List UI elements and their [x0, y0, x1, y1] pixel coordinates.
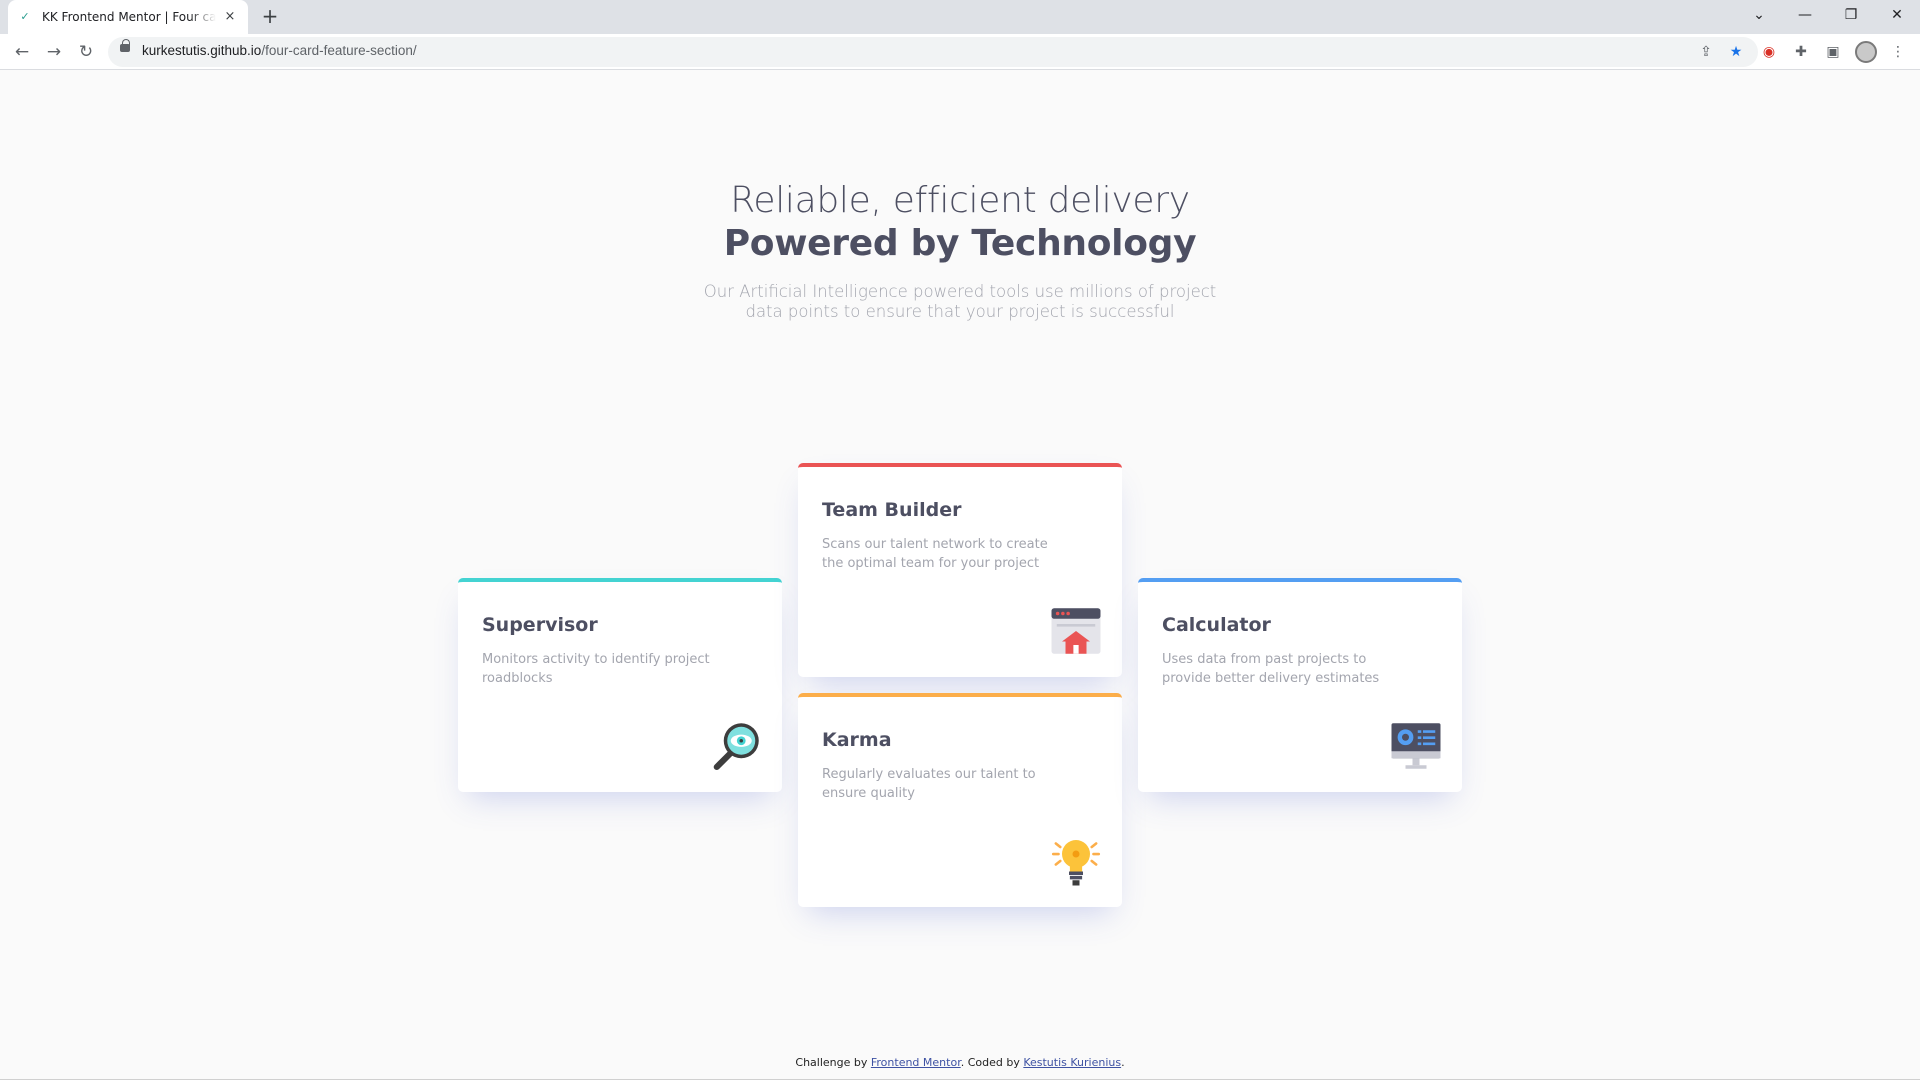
lock-icon: [120, 39, 130, 52]
magnifier-eye-icon: [713, 723, 759, 771]
hero-description: Our Artificial Intelligence powered tool…: [703, 282, 1217, 321]
side-panel-icon[interactable]: ▣: [1823, 42, 1843, 62]
extensions-icon[interactable]: ✚: [1791, 42, 1811, 62]
lightbulb-icon: [1051, 840, 1101, 886]
attribution: Challenge by Frontend Mentor. Coded by K…: [0, 1056, 1920, 1069]
forward-button[interactable]: →: [40, 38, 68, 66]
card-text: Regularly evaluates our talent to ensure…: [822, 767, 1036, 801]
profile-avatar[interactable]: [1855, 41, 1877, 63]
close-window-button[interactable]: ✕: [1874, 0, 1920, 30]
url-text[interactable]: kurkestutis.github.io/four-card-feature-…: [142, 43, 417, 58]
url-host: kurkestutis.github.io: [142, 43, 262, 58]
card-text: Uses data from past projects to provide …: [1162, 652, 1380, 686]
share-icon[interactable]: ⇪: [1696, 42, 1716, 62]
frontend-mentor-link[interactable]: Frontend Mentor: [871, 1056, 961, 1069]
monitor-calculator-icon: [1391, 723, 1441, 769]
author-link[interactable]: Kestutis Kurienius: [1023, 1056, 1121, 1069]
card-text: Scans our talent network to create the o…: [822, 537, 1048, 571]
card-title: Calculator: [1162, 614, 1271, 636]
tab-close-icon[interactable]: ×: [222, 9, 238, 25]
address-bar[interactable]: kurkestutis.github.io/four-card-feature-…: [108, 37, 1758, 67]
tab-title: KK Frontend Mentor | Four card feature s…: [42, 10, 216, 24]
card-karma: Karma Regularly evaluates our talent to …: [798, 693, 1122, 907]
menu-icon[interactable]: ⋮: [1888, 42, 1908, 62]
browser-tab[interactable]: ✓ KK Frontend Mentor | Four card feature…: [8, 0, 248, 34]
hero-title: Powered by Technology: [723, 223, 1197, 264]
maximize-button[interactable]: ❐: [1828, 0, 1874, 30]
tab-search-button[interactable]: ⌄: [1736, 0, 1782, 30]
tab-bar: ✓ KK Frontend Mentor | Four card feature…: [0, 0, 1920, 34]
card-team-builder: Team Builder Scans our talent network to…: [798, 463, 1122, 677]
card-supervisor: Supervisor Monitors activity to identify…: [458, 578, 782, 792]
card-title: Team Builder: [822, 499, 962, 521]
card-title: Supervisor: [482, 614, 598, 636]
favicon-icon: ✓: [20, 10, 30, 23]
url-path: /four-card-feature-section/: [261, 43, 417, 58]
browser-toolbar: ← → ↻ kurkestutis.github.io/four-card-fe…: [0, 34, 1920, 70]
minimize-button[interactable]: —: [1782, 0, 1828, 30]
back-button[interactable]: ←: [8, 38, 36, 66]
challenge-prefix: Challenge by: [795, 1056, 868, 1069]
reload-button[interactable]: ↻: [72, 38, 100, 66]
browser-house-icon: [1051, 608, 1101, 654]
bookmark-star-icon[interactable]: ★: [1726, 42, 1746, 62]
coded-prefix: . Coded by: [960, 1056, 1020, 1069]
card-title: Karma: [822, 729, 892, 751]
hero-section: Reliable, efficient delivery Powered by …: [0, 180, 1920, 322]
hero-subtitle: Reliable, efficient delivery: [730, 180, 1190, 221]
footer-suffix: .: [1121, 1056, 1125, 1069]
card-text: Monitors activity to identify project ro…: [482, 652, 710, 686]
card-calculator: Calculator Uses data from past projects …: [1138, 578, 1462, 792]
new-tab-button[interactable]: +: [258, 5, 282, 29]
screen-capture-icon[interactable]: ◉: [1759, 42, 1779, 62]
